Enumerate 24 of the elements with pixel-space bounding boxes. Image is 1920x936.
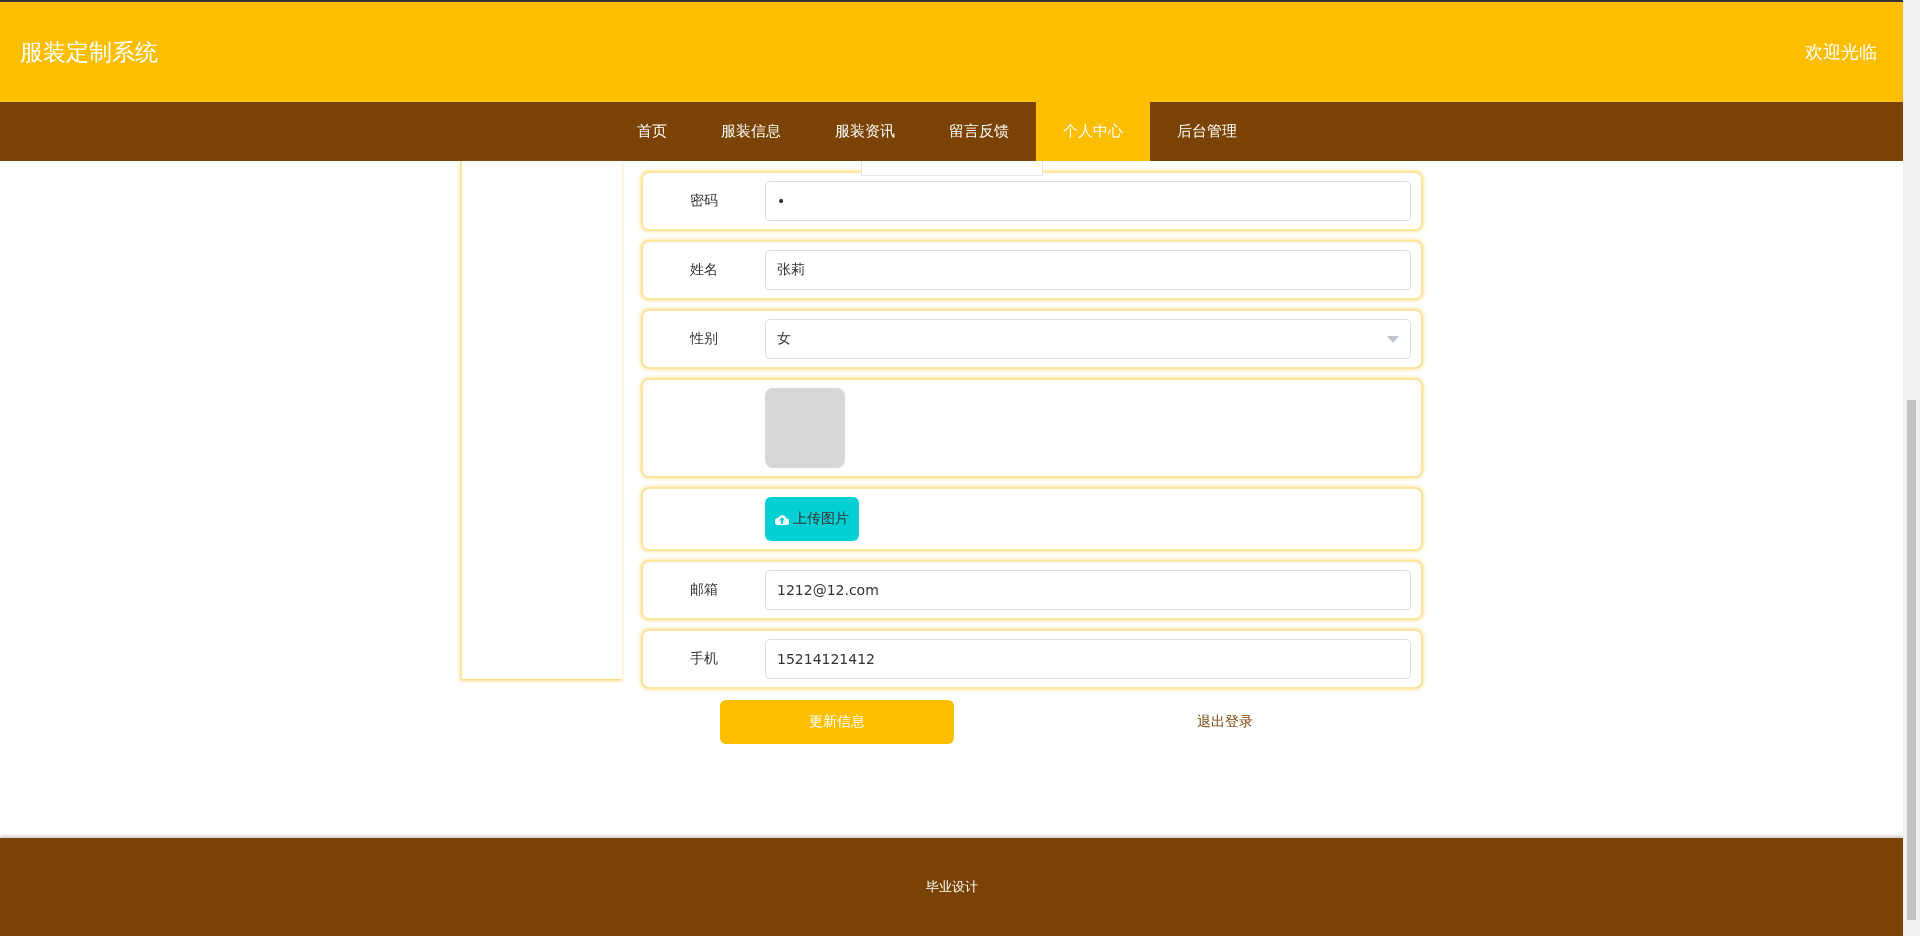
scrollbar-thumb[interactable] bbox=[1907, 400, 1916, 920]
nav-tab[interactable]: 首页 bbox=[609, 102, 694, 161]
footer-text: 毕业设计 bbox=[925, 878, 978, 896]
welcome-text: 欢迎光临 bbox=[1805, 40, 1877, 64]
logout-link[interactable]: 退出登录 bbox=[1197, 713, 1253, 731]
caret-icon bbox=[1387, 335, 1399, 343]
password-field[interactable]: • bbox=[765, 181, 1411, 221]
input-field[interactable]: 张莉 bbox=[765, 250, 1411, 290]
field-label: 姓名 bbox=[689, 261, 719, 279]
field-label: 性别 bbox=[688, 330, 719, 348]
field-label: 邮箱 bbox=[689, 581, 719, 599]
input-field[interactable]: 1212@12.com bbox=[765, 570, 1411, 610]
nav-tab[interactable]: 后台管理 bbox=[1149, 102, 1264, 161]
input-field[interactable]: 15214121412 bbox=[765, 639, 1411, 679]
cloud-upload-icon bbox=[775, 513, 789, 525]
upload-button[interactable]: 上传图片 bbox=[765, 497, 859, 541]
nav-tab[interactable]: 留言反馈 bbox=[921, 102, 1036, 161]
select-field[interactable]: 女 bbox=[765, 319, 1411, 359]
site-title: 服装定制系统 bbox=[20, 37, 158, 67]
field-label: 密码 bbox=[689, 192, 719, 210]
scrollbar[interactable] bbox=[1903, 0, 1920, 936]
nav-tab[interactable]: 服装信息 bbox=[693, 102, 808, 161]
field-label: 手机 bbox=[689, 650, 719, 668]
nav-tab[interactable]: 服装资讯 bbox=[807, 102, 922, 161]
